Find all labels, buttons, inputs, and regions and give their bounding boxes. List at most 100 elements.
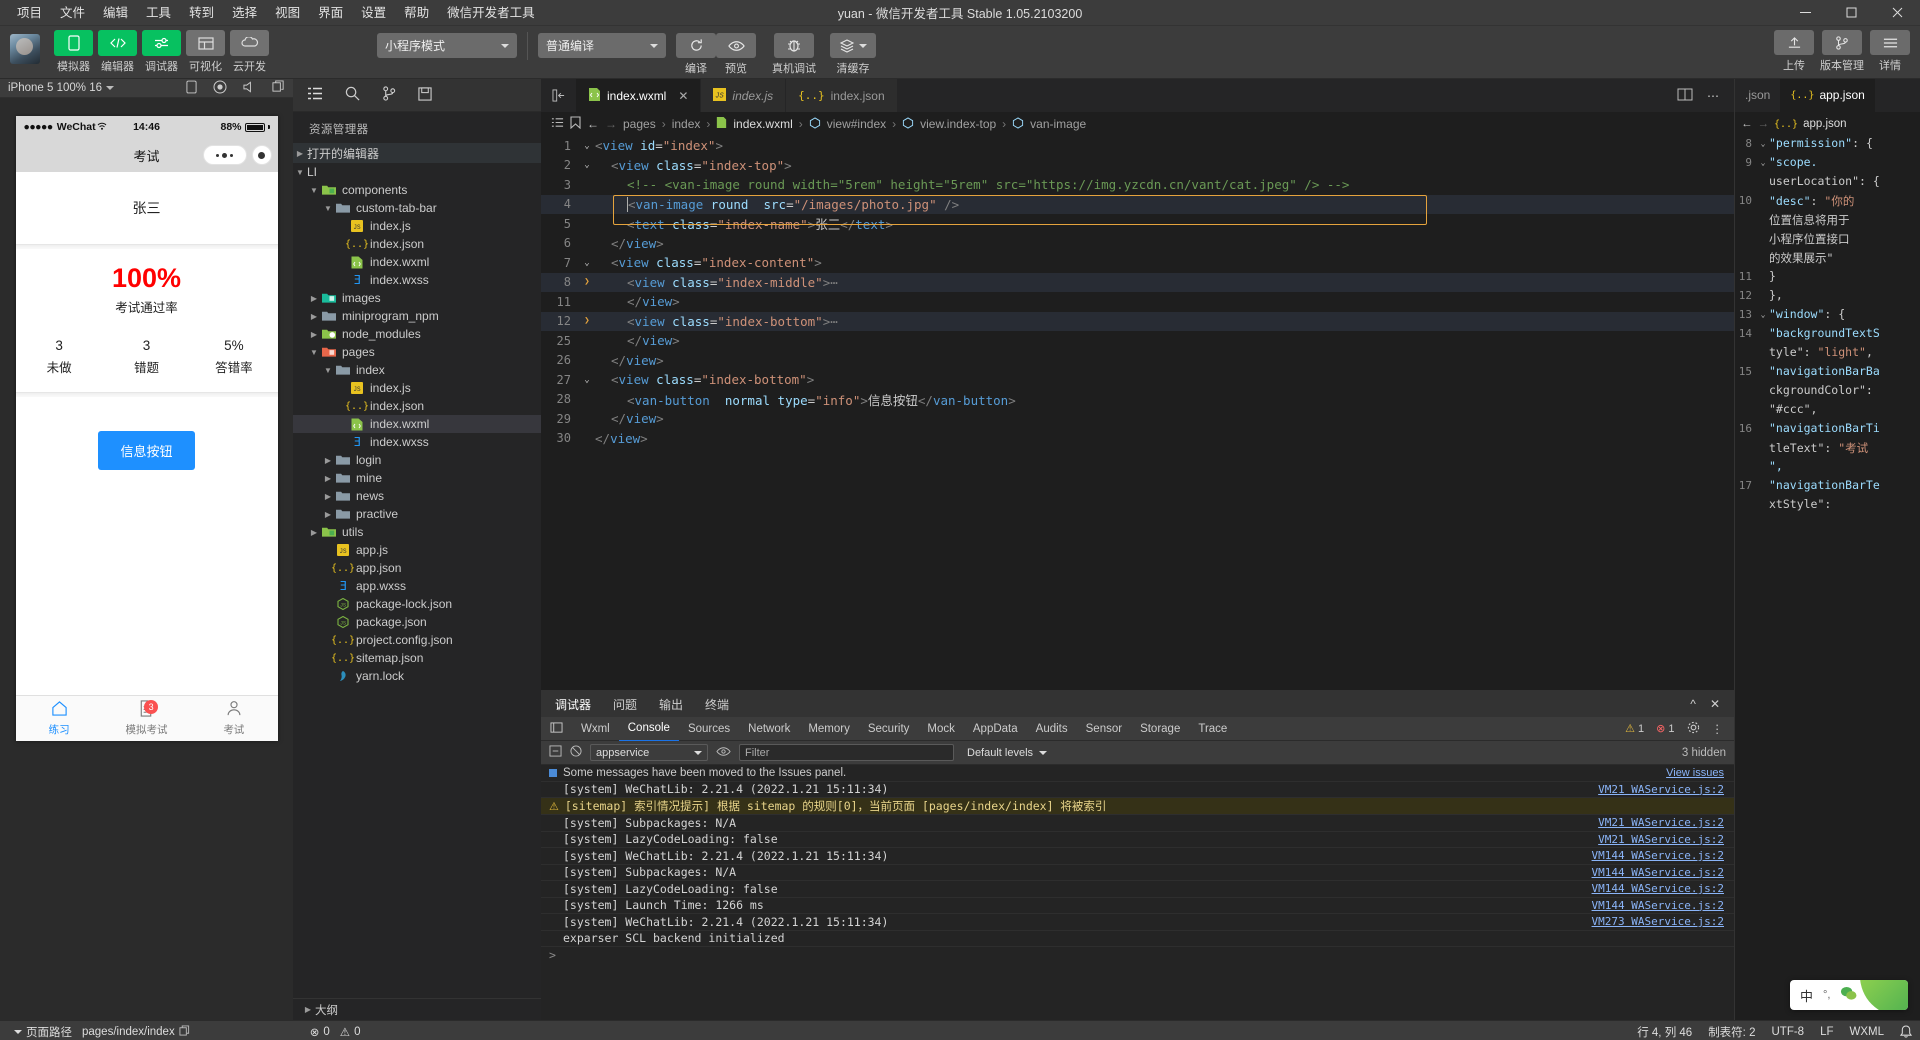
tree-item-index[interactable]: ▼ index (293, 361, 541, 379)
devtools-tab-storage[interactable]: Storage (1131, 717, 1189, 741)
tree-item-index-wxss[interactable]: Ǝindex.wxss (293, 271, 541, 289)
save-icon[interactable] (418, 86, 432, 104)
json-line[interactable]: tleText": "考试 (1735, 440, 1920, 459)
devtools-tab-sources[interactable]: Sources (679, 717, 739, 741)
outline-toggle-icon[interactable] (551, 117, 564, 131)
json-line[interactable]: 14 "backgroundTextS (1735, 326, 1920, 345)
json-line[interactable]: 11} (1735, 269, 1920, 288)
json-line[interactable]: ckgroundColor": (1735, 383, 1920, 402)
code-line[interactable]: 5 <text class="index-name">张三</text> (541, 214, 1734, 234)
preview-action[interactable]: 预览 (716, 30, 756, 76)
back-icon[interactable]: ← (1741, 118, 1753, 130)
tree-item-news[interactable]: ▶ news (293, 487, 541, 505)
toolbar-visual-button[interactable]: 可视化 (186, 30, 225, 74)
encoding[interactable]: UTF-8 (1771, 1026, 1804, 1038)
clearcache-action[interactable]: 清缓存 (830, 30, 876, 76)
user-avatar[interactable] (10, 34, 40, 64)
menu-item-view[interactable]: 视图 (266, 1, 309, 25)
chevron-down-icon[interactable]: ⌄ (579, 160, 595, 170)
breadcrumb-pages[interactable]: pages (623, 117, 656, 131)
devtools-tab-security[interactable]: Security (859, 717, 919, 741)
rotate-device-icon[interactable] (186, 80, 197, 97)
gear-icon[interactable] (1687, 721, 1700, 737)
code-line[interactable]: 30 </view> (541, 429, 1734, 449)
forward-icon[interactable]: → (1758, 118, 1770, 130)
editor-tab-index-js[interactable]: JS index.js (701, 79, 787, 112)
right-breadcrumb-file[interactable]: app.json (1803, 118, 1846, 130)
tree-item-project-config-json[interactable]: {..} project.config.json (293, 631, 541, 649)
code-line[interactable]: 25 </view> (541, 331, 1734, 351)
menu-item-goto[interactable]: 转到 (180, 1, 223, 25)
tree-item-pages[interactable]: ▼ pages (293, 343, 541, 361)
code-line[interactable]: 4 <van-image round src="/images/photo.jpg… (541, 194, 1734, 214)
close-icon[interactable]: ✕ (678, 89, 688, 103)
tree-item-mine[interactable]: ▶ mine (293, 469, 541, 487)
console-log-source[interactable]: VM144 WAService.js:2 (1592, 899, 1724, 912)
json-line[interactable]: ", (1735, 459, 1920, 478)
breadcrumb-view-top[interactable]: view.index-top (920, 117, 996, 131)
ime-mode-label[interactable]: 中 (1800, 986, 1813, 1005)
toolbar-editor-button[interactable]: 编辑器 (98, 30, 137, 74)
console-prompt-row[interactable]: > (541, 947, 1734, 964)
devtools-tab-mock[interactable]: Mock (918, 717, 963, 741)
json-line[interactable]: "#ccc", (1735, 402, 1920, 421)
json-line[interactable]: userLocation": { (1735, 174, 1920, 193)
devtools-tab-wxml[interactable]: Wxml (572, 717, 619, 741)
tree-item-app-json[interactable]: {..} app.json (293, 559, 541, 577)
tree-item-miniprogram_npm[interactable]: ▶ miniprogram_npm (293, 307, 541, 325)
breadcrumb-index[interactable]: index (672, 117, 701, 131)
json-line[interactable]: 的效果展示" (1735, 250, 1920, 269)
console-log-source[interactable]: VM21 WAService.js:2 (1598, 833, 1724, 846)
chevron-right-icon[interactable]: ▶ (307, 330, 321, 339)
menu-item-tools[interactable]: 工具 (137, 1, 180, 25)
toolbar-cloud-button[interactable]: 云开发 (230, 30, 269, 74)
breadcrumb-view-index[interactable]: view#index (827, 117, 886, 131)
right-tab-partial[interactable]: .json (1735, 79, 1780, 112)
console-log-source[interactable]: VM144 WAService.js:2 (1592, 849, 1724, 862)
forward-icon[interactable]: → (605, 117, 617, 131)
tree-item-index-js[interactable]: JS index.js (293, 379, 541, 397)
tree-item-login[interactable]: ▶ login (293, 451, 541, 469)
collapse-sidebar-icon[interactable] (541, 79, 576, 112)
json-line[interactable]: xtStyle": (1735, 497, 1920, 516)
console-output[interactable]: Some messages have been moved to the Iss… (541, 765, 1734, 1020)
chevron-right-icon[interactable]: ▶ (307, 312, 321, 321)
editor-tab-index-json[interactable]: {..} index.json (786, 79, 898, 112)
json-line[interactable]: 位置信息将用于 (1735, 212, 1920, 231)
devtools-inspect-icon[interactable] (541, 717, 572, 741)
json-line[interactable]: tyle": "light", (1735, 345, 1920, 364)
compile-icon[interactable] (676, 33, 716, 58)
json-line[interactable]: 小程序位置接口 (1735, 231, 1920, 250)
copy-icon[interactable] (272, 80, 285, 96)
console-filter-input[interactable]: Filter (739, 744, 954, 761)
breadcrumb-van-image[interactable]: van-image (1030, 117, 1086, 131)
more-menu-icon[interactable] (202, 145, 247, 165)
tree-item-images[interactable]: ▶ images (293, 289, 541, 307)
copy-icon[interactable] (179, 1024, 190, 1039)
chevron-right-icon[interactable]: ▶ (307, 294, 321, 303)
language-mode[interactable]: WXML (1850, 1026, 1885, 1038)
split-editor-icon[interactable] (1677, 88, 1693, 104)
notification-bell-icon[interactable] (1900, 1025, 1912, 1038)
close-icon[interactable]: ✕ (1710, 697, 1720, 711)
tree-item-index-json[interactable]: {..} index.json (293, 397, 541, 415)
upload-icon[interactable] (1774, 30, 1814, 55)
tree-item-components[interactable]: ▼ components (293, 181, 541, 199)
devtools-tab-console[interactable]: Console (618, 716, 679, 742)
json-line[interactable]: 12}, (1735, 288, 1920, 307)
tree-item-index-json[interactable]: {..} index.json (293, 235, 541, 253)
tree-item-practive[interactable]: ▶ practive (293, 505, 541, 523)
tree-item-node_modules[interactable]: ▶ node_modules (293, 325, 541, 343)
tab-exam[interactable]: 考试 (190, 696, 277, 741)
clear-console-icon[interactable] (549, 745, 562, 760)
close-button[interactable] (1874, 0, 1920, 26)
indentation[interactable]: 制表符: 2 (1708, 1024, 1755, 1040)
code-line[interactable]: 27 ⌄ <view class="index-bottom"> (541, 370, 1734, 390)
eol-mode[interactable]: LF (1820, 1026, 1833, 1038)
cursor-position[interactable]: 行 4, 列 46 (1637, 1024, 1692, 1040)
json-line[interactable]: 9 ⌄ "scope. (1735, 155, 1920, 174)
chevron-down-icon[interactable]: ▼ (321, 366, 335, 375)
code-line[interactable]: 11 </view> (541, 292, 1734, 312)
record-icon[interactable] (213, 80, 227, 97)
tab-practice[interactable]: 练习 (16, 696, 103, 741)
